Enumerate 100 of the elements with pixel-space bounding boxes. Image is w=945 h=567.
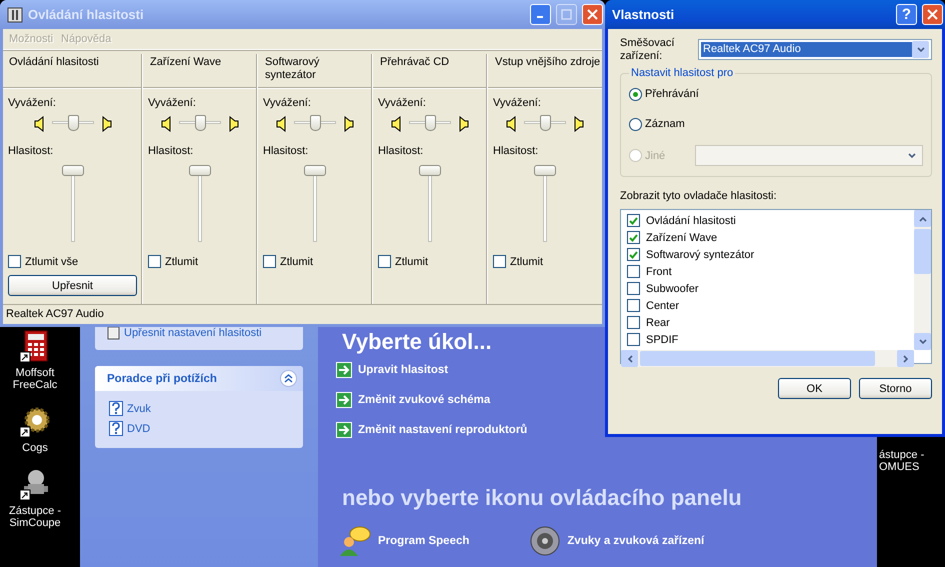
speaker-icon <box>161 116 173 132</box>
slider-thumb[interactable] <box>534 165 556 176</box>
task-link[interactable]: Změnit zvukové schéma <box>336 385 490 415</box>
slider-thumb[interactable] <box>304 165 326 176</box>
control-checkbox[interactable]: Rear <box>627 314 908 331</box>
volume-slider[interactable] <box>60 165 86 245</box>
section-heading: nebo vyberte ikonu ovládacího panelu <box>342 485 742 511</box>
volume-label: Hlasitost: <box>378 145 424 157</box>
speaker-icon <box>100 116 112 132</box>
slider-thumb[interactable] <box>62 165 84 176</box>
speaker-icon <box>342 116 354 132</box>
volume-app-icon <box>7 6 23 22</box>
mute-checkbox[interactable]: Ztlumit <box>493 255 597 268</box>
volume-slider[interactable] <box>302 165 328 245</box>
task-link[interactable]: Upřesnit nastavení hlasitosti <box>107 326 295 340</box>
control-checkbox[interactable]: Zařízení Wave <box>627 229 908 246</box>
slider-thumb[interactable] <box>419 165 441 176</box>
help-icon <box>109 421 123 436</box>
radio-dot-icon <box>633 92 638 96</box>
balance-slider[interactable] <box>52 115 94 133</box>
task-link[interactable]: Změnit nastavení reproduktorů <box>336 415 528 445</box>
document-icon <box>107 326 120 340</box>
volume-label: Hlasitost: <box>148 145 194 157</box>
slider-thumb[interactable] <box>189 165 211 176</box>
chevron-icon <box>908 152 916 160</box>
balance-label: Vyvážení: <box>263 97 312 109</box>
arrow-icon <box>336 392 352 408</box>
desktop-icon-label[interactable]: Cogs <box>2 442 68 454</box>
close-icon <box>587 9 598 20</box>
desktop-icon-label[interactable]: ástupce - <box>879 449 924 461</box>
balance-label: Vyvážení: <box>493 97 542 109</box>
device-dropdown[interactable]: Realtek AC97 Audio <box>698 39 932 60</box>
status-bar: Realtek AC97 Audio <box>3 304 602 324</box>
gear-icon[interactable] <box>19 405 51 439</box>
balance-slider[interactable] <box>524 115 566 133</box>
chevron-icon <box>902 354 910 362</box>
window-title: Vlastnosti <box>612 7 676 22</box>
balance-label: Vyvážení: <box>378 97 427 109</box>
volume-slider[interactable] <box>187 165 213 245</box>
dialog-button[interactable]: OK <box>778 378 851 399</box>
speaker-icon <box>506 116 518 132</box>
chevron-icon[interactable] <box>280 370 297 387</box>
volume-slider[interactable] <box>417 165 443 245</box>
list-label: Zobrazit tyto ovladače hlasitosti: <box>620 190 778 202</box>
scrollbar[interactable] <box>621 350 914 367</box>
task-link[interactable]: Upravit hlasitost <box>336 355 448 385</box>
speaker-icon <box>529 525 562 557</box>
radio-option[interactable]: Přehrávání <box>629 85 923 103</box>
volume-slider[interactable] <box>532 165 558 245</box>
balance-slider[interactable] <box>179 115 221 133</box>
maximize-button[interactable] <box>556 4 577 25</box>
control-checkbox[interactable]: Front <box>627 263 908 280</box>
minimize-button[interactable] <box>530 4 551 25</box>
mute-checkbox[interactable]: Ztlumit vše <box>8 255 137 268</box>
desktop-icon-label[interactable]: OMUES <box>879 461 924 473</box>
arrow-icon <box>336 422 352 438</box>
help-icon <box>109 401 123 416</box>
section-heading: Vyberte úkol... <box>342 329 492 355</box>
close-button[interactable] <box>582 4 603 25</box>
dialog-button[interactable]: Storno <box>859 378 932 399</box>
speaker-icon <box>457 116 469 132</box>
control-checkbox[interactable]: Center <box>627 297 908 314</box>
robot-icon[interactable] <box>19 468 51 502</box>
mute-checkbox[interactable]: Ztlumit <box>263 255 367 268</box>
speaker-icon <box>34 116 46 132</box>
chevron-icon <box>916 46 924 54</box>
help-link[interactable]: DVD <box>109 421 295 436</box>
slider-thumb[interactable] <box>425 115 436 131</box>
channel-name: Zařízení Wave <box>143 54 257 88</box>
slider-thumb[interactable] <box>195 115 206 131</box>
speaker-icon <box>227 116 239 132</box>
speaker-icon <box>276 116 288 132</box>
balance-slider[interactable] <box>409 115 451 133</box>
scrollbar[interactable] <box>914 210 931 350</box>
desktop-icon-label[interactable]: Zástupce - SimCoupe <box>2 505 68 529</box>
mute-checkbox[interactable]: Ztlumit <box>378 255 482 268</box>
close-button[interactable] <box>922 4 943 25</box>
slider-thumb[interactable] <box>68 115 78 131</box>
balance-label: Vyvážení: <box>148 97 197 109</box>
mute-checkbox[interactable]: Ztlumit <box>148 255 252 268</box>
help-button[interactable]: ? <box>896 4 917 25</box>
group-title: Nastavit hlasitost pro <box>630 67 734 79</box>
channel-name: Softwarový syntezátor <box>258 54 372 88</box>
speaker-icon <box>572 116 584 132</box>
control-checkbox[interactable]: SPDIF <box>627 331 908 348</box>
channel-name: Ovládání hlasitosti <box>3 54 142 88</box>
control-checkbox[interactable]: Subwoofer <box>627 280 908 297</box>
advanced-button[interactable]: Upřesnit <box>8 275 137 296</box>
slider-thumb[interactable] <box>310 115 321 131</box>
slider-thumb[interactable] <box>540 115 551 131</box>
control-panel-link[interactable]: Program Speech <box>338 525 470 557</box>
help-link[interactable]: Zvuk <box>109 401 295 416</box>
balance-label: Vyvážení: <box>8 97 57 109</box>
control-panel-link[interactable]: Zvuky a zvuková zařízení <box>529 525 704 557</box>
balance-slider[interactable] <box>294 115 336 133</box>
desktop-icon-label[interactable]: Moffsoft FreeCalc <box>2 367 68 391</box>
speech-bubble-icon <box>338 525 372 557</box>
control-checkbox[interactable]: Ovládání hlasitosti <box>627 212 908 229</box>
control-checkbox[interactable]: Softwarový syntezátor <box>627 246 908 263</box>
radio-option[interactable]: Záznam <box>629 115 923 133</box>
